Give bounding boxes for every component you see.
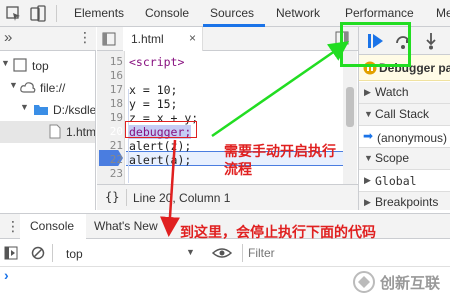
highlight-box-resume-controls bbox=[340, 22, 411, 67]
scope-label: Global bbox=[375, 174, 417, 188]
tree-label: D:/ksdle bbox=[53, 103, 95, 117]
toggle-navigator-icon[interactable] bbox=[102, 32, 116, 46]
filter-input[interactable] bbox=[248, 243, 443, 263]
tab-network[interactable]: Network bbox=[276, 6, 320, 20]
line-number: 18 bbox=[109, 97, 123, 110]
navigator-toolbar: » ⋮ bbox=[0, 27, 96, 51]
expand-triangle-icon: ▼ bbox=[9, 80, 18, 90]
clear-console-icon[interactable] bbox=[31, 246, 45, 260]
file-icon bbox=[49, 124, 61, 139]
drawer-tab-label: Console bbox=[30, 219, 75, 233]
tree-item-file[interactable]: ▼ file:// bbox=[0, 77, 95, 99]
section-label: Call Stack bbox=[375, 107, 430, 121]
section-breakpoints[interactable]: ▶ Breakpoints bbox=[359, 192, 450, 210]
watermark-logo-icon bbox=[353, 271, 375, 293]
collapsed-triangle-icon: ▶ bbox=[364, 175, 371, 185]
code-line: alert(z); bbox=[129, 139, 192, 153]
collapsed-triangle-icon: ▶ bbox=[364, 197, 371, 207]
code-line: x = 10; bbox=[129, 83, 178, 97]
tab-overflow[interactable]: Me bbox=[436, 6, 450, 20]
section-label: Breakpoints bbox=[375, 195, 439, 209]
dropdown-arrow-icon: ▼ bbox=[186, 247, 195, 257]
scope-global[interactable]: ▶ Global bbox=[359, 170, 450, 192]
section-scope[interactable]: ▼ Scope bbox=[359, 148, 450, 170]
expand-triangle-icon: ▼ bbox=[1, 58, 10, 68]
file-tab-label: 1.html bbox=[131, 32, 164, 46]
watermark-text: 创新互联 bbox=[380, 274, 441, 292]
divider bbox=[126, 189, 127, 206]
drawer-tab-whats-new[interactable]: What's New bbox=[94, 219, 158, 233]
line-number: 23 bbox=[109, 167, 123, 180]
more-options-icon[interactable]: ⋮ bbox=[78, 29, 92, 46]
line-number-current: 20 bbox=[109, 125, 123, 138]
drawer-tab-console[interactable]: Console bbox=[20, 214, 86, 239]
annotation-manual-start: 需要手动开启执行 流程 bbox=[224, 144, 336, 178]
code-line: y = 15; bbox=[129, 97, 178, 111]
line-number: 21 bbox=[109, 139, 123, 152]
context-select[interactable]: top ▼ bbox=[60, 242, 200, 264]
cloud-icon bbox=[20, 82, 36, 93]
divider bbox=[242, 244, 243, 262]
call-frame-anonymous[interactable]: ➡ (anonymous) bbox=[359, 126, 450, 148]
tree-label: top bbox=[32, 59, 49, 73]
debugger-highlight-box bbox=[125, 121, 197, 138]
line-number: 16 bbox=[109, 69, 123, 82]
more-options-icon[interactable]: ⋮ bbox=[6, 218, 20, 235]
context-select-value: top bbox=[66, 247, 83, 261]
live-expression-eye-icon[interactable] bbox=[212, 246, 232, 260]
folder-icon bbox=[34, 105, 48, 115]
line-number: 22 bbox=[109, 153, 123, 166]
frame-icon bbox=[13, 58, 27, 72]
source-editor: 1.html × 15 16 17 18 19 20 21 22 23 <scr… bbox=[97, 27, 358, 210]
editor-tab-bar: 1.html × bbox=[97, 27, 358, 51]
tree-item-top[interactable]: ▼ top bbox=[0, 55, 95, 77]
expanded-triangle-icon: ▼ bbox=[364, 109, 373, 119]
section-label: Scope bbox=[375, 151, 410, 165]
tree-item-folder[interactable]: ▼ D:/ksdle bbox=[0, 99, 95, 121]
tab-performance[interactable]: Performance bbox=[345, 6, 414, 20]
annotation-stops-here: 到这里，会停止执行下面的代码 bbox=[180, 225, 376, 241]
tree-label: file:// bbox=[40, 81, 66, 95]
scrollbar-thumb[interactable] bbox=[346, 87, 354, 127]
step-into-icon[interactable] bbox=[425, 32, 437, 50]
pretty-print-button[interactable]: {} bbox=[105, 190, 119, 204]
tree-label: 1.htm bbox=[66, 125, 95, 139]
divider bbox=[52, 244, 53, 262]
tab-console[interactable]: Console bbox=[145, 6, 189, 20]
line-number: 15 bbox=[109, 55, 123, 68]
more-tabs-icon[interactable]: » bbox=[4, 29, 12, 46]
file-navigator: » ⋮ ▼ top ▼ file:// ▼ D:/ksdle 1.htm bbox=[0, 27, 96, 210]
expanded-triangle-icon: ▼ bbox=[364, 153, 373, 163]
device-toolbar-icon[interactable] bbox=[30, 5, 46, 23]
expand-triangle-icon: ▼ bbox=[20, 102, 29, 112]
console-prompt: › bbox=[4, 267, 9, 283]
show-sidebar-icon[interactable] bbox=[4, 246, 18, 260]
watermark: 创新互联 bbox=[350, 266, 450, 298]
current-frame-arrow-icon: ➡ bbox=[363, 129, 374, 143]
editor-status-bar: {} Line 20, Column 1 bbox=[97, 184, 358, 210]
tab-sources[interactable]: Sources bbox=[210, 6, 254, 20]
line-number: 19 bbox=[109, 111, 123, 124]
file-tab[interactable]: 1.html × bbox=[123, 27, 203, 51]
collapsed-triangle-icon: ▶ bbox=[364, 87, 371, 97]
section-watch[interactable]: ▶ Watch bbox=[359, 82, 450, 104]
console-toolbar: top ▼ bbox=[0, 239, 450, 267]
divider bbox=[56, 5, 57, 22]
cursor-position: Line 20, Column 1 bbox=[133, 191, 231, 205]
section-call-stack[interactable]: ▼ Call Stack bbox=[359, 104, 450, 126]
inspect-element-icon[interactable] bbox=[6, 6, 22, 22]
call-frame-label: (anonymous) bbox=[377, 131, 448, 145]
line-number: 17 bbox=[109, 83, 123, 96]
code-line: <script> bbox=[129, 55, 185, 69]
tree-item-file-selected[interactable]: 1.htm bbox=[0, 121, 95, 143]
section-label: Watch bbox=[375, 85, 409, 99]
close-icon[interactable]: × bbox=[189, 31, 196, 45]
tab-elements[interactable]: Elements bbox=[74, 6, 124, 20]
code-line: alert(a); bbox=[129, 153, 192, 167]
